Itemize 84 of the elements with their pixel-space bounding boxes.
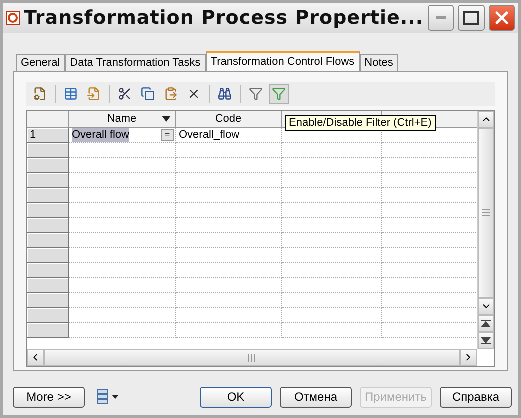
scroll-left-button[interactable] <box>27 349 44 366</box>
empty-cell[interactable] <box>176 203 282 218</box>
row-header[interactable] <box>27 158 69 173</box>
empty-cell[interactable] <box>176 248 282 263</box>
empty-cell[interactable] <box>176 143 282 158</box>
dialog-button[interactable]: Справка <box>440 386 512 408</box>
tab[interactable]: Notes <box>360 54 398 71</box>
empty-cell[interactable] <box>282 308 382 323</box>
empty-cell[interactable] <box>282 188 382 203</box>
copy-icon <box>141 87 155 101</box>
dropdown-icon <box>162 116 171 122</box>
grip-icon <box>248 354 256 362</box>
row-header[interactable] <box>27 248 69 263</box>
empty-cell[interactable] <box>176 158 282 173</box>
empty-cell[interactable] <box>282 323 382 338</box>
column-header[interactable]: Name <box>69 111 176 128</box>
scroll-right-button[interactable] <box>460 349 477 366</box>
binoculars-icon <box>218 87 232 101</box>
move-top-button[interactable] <box>478 315 494 332</box>
table-cell[interactable]: Overall_flow <box>176 128 282 143</box>
table-icon <box>64 87 78 101</box>
delete-icon <box>187 87 201 101</box>
row-header[interactable] <box>27 233 69 248</box>
empty-cell[interactable] <box>176 263 282 278</box>
empty-cell[interactable] <box>176 278 282 293</box>
close-button[interactable] <box>488 5 515 31</box>
row-header[interactable] <box>27 323 69 338</box>
row-header[interactable] <box>27 143 69 158</box>
row-header[interactable] <box>27 308 69 323</box>
paste-icon <box>164 87 178 101</box>
row-header[interactable] <box>27 188 69 203</box>
empty-cell[interactable] <box>282 263 382 278</box>
empty-cell[interactable] <box>282 293 382 308</box>
dialog-button[interactable]: More >> <box>13 386 85 408</box>
empty-cell[interactable] <box>282 218 382 233</box>
document-arrow-icon <box>87 87 101 101</box>
minimize-icon <box>436 16 446 20</box>
tab[interactable]: Data Transformation Tasks <box>65 54 206 71</box>
move-bottom-button[interactable] <box>478 332 494 349</box>
empty-cell[interactable] <box>282 143 382 158</box>
window-title: Transformation Process Propertie... <box>24 7 424 29</box>
column-header[interactable]: Code <box>176 111 282 128</box>
scroll-up-button[interactable] <box>478 111 494 128</box>
empty-cell[interactable] <box>176 323 282 338</box>
row-header[interactable] <box>27 293 69 308</box>
empty-cell[interactable] <box>176 293 282 308</box>
empty-cell[interactable] <box>282 248 382 263</box>
dialog-button[interactable]: OK <box>200 386 272 408</box>
tooltip: Enable/Disable Filter (Ctrl+E) <box>285 115 436 131</box>
row-header[interactable] <box>27 263 69 278</box>
funnel-button[interactable] <box>269 84 289 104</box>
empty-cell[interactable] <box>176 308 282 323</box>
tab[interactable]: General <box>16 54 66 71</box>
cut-icon <box>118 87 132 101</box>
empty-cell[interactable] <box>176 173 282 188</box>
empty-cell[interactable] <box>282 233 382 248</box>
ellipsis-button[interactable]: = <box>161 129 174 141</box>
app-icon <box>6 11 20 25</box>
row-header[interactable] <box>27 203 69 218</box>
empty-cell[interactable] <box>282 158 382 173</box>
dialog-button[interactable]: Отмена <box>280 386 352 408</box>
funnel-icon <box>272 87 286 101</box>
vertical-scrollbar[interactable] <box>477 111 494 349</box>
empty-cell[interactable] <box>282 173 382 188</box>
document-gear-icon <box>33 87 47 101</box>
layout-dropdown-icon[interactable] <box>97 389 119 405</box>
corner-header <box>27 111 69 128</box>
empty-cell[interactable] <box>282 203 382 218</box>
empty-cell[interactable] <box>176 218 282 233</box>
row-header[interactable] <box>27 218 69 233</box>
tab[interactable]: Transformation Control Flows <box>206 51 360 71</box>
empty-cell[interactable] <box>176 188 282 203</box>
maximize-icon <box>463 11 480 25</box>
arrow-bottom-icon <box>481 336 491 344</box>
scroll-thumb[interactable] <box>478 128 494 298</box>
empty-cell[interactable] <box>176 233 282 248</box>
grip-icon <box>482 209 490 217</box>
row-header[interactable] <box>27 173 69 188</box>
maximize-button[interactable] <box>458 5 485 31</box>
empty-cell[interactable] <box>282 278 382 293</box>
row-header[interactable] <box>27 278 69 293</box>
scroll-down-button[interactable] <box>478 298 494 315</box>
row-number: 1 <box>27 128 69 143</box>
arrow-top-icon <box>481 320 491 328</box>
